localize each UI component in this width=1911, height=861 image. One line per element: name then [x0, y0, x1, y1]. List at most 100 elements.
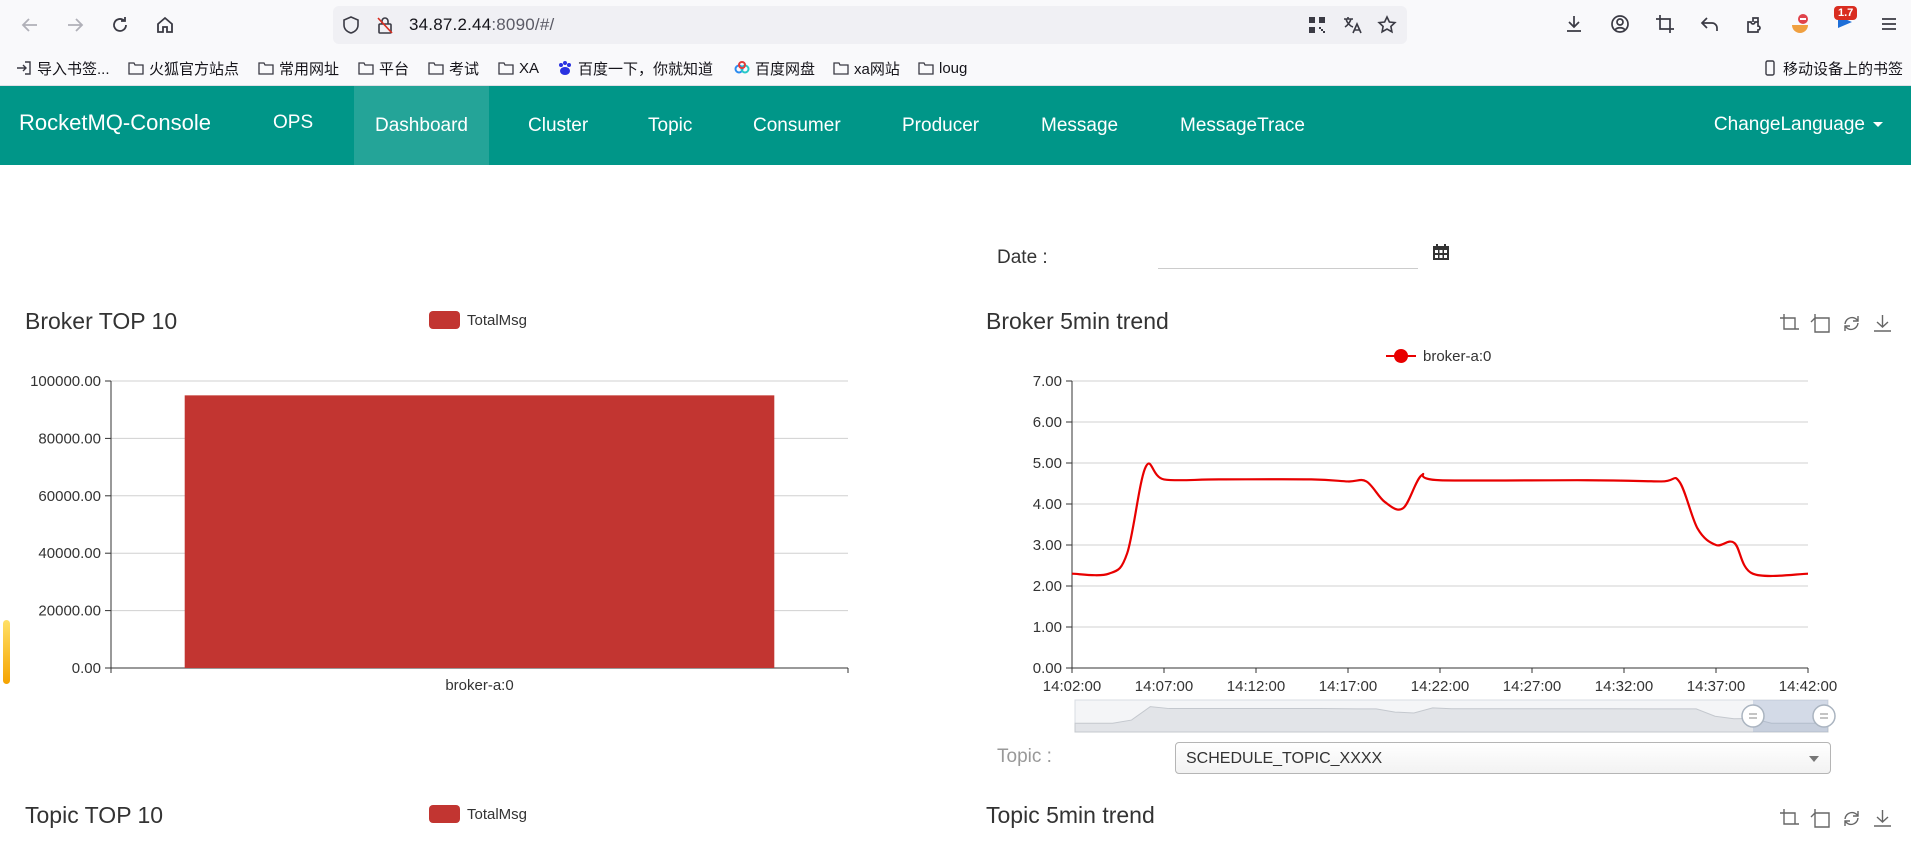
x-tick-label: 14:12:00	[1227, 678, 1285, 695]
broker-trend-toolbox	[1779, 313, 1893, 334]
save-image-icon[interactable]	[1872, 313, 1893, 334]
bookmarks-bar: 导入书签... 火狐官方站点 常用网址 平台 考试 XA 百度一下，你就知道 百…	[0, 50, 1911, 86]
back-button[interactable]	[17, 12, 43, 38]
baidu-icon	[559, 61, 571, 75]
bowl-extension-icon[interactable]	[1789, 13, 1811, 35]
bookmark-folder[interactable]: 常用网址	[258, 58, 339, 78]
refresh-icon[interactable]	[1841, 313, 1862, 334]
home-button[interactable]	[152, 12, 178, 38]
bookmark-folder[interactable]: loug	[918, 58, 967, 78]
topic-select[interactable]: SCHEDULE_TOPIC_XXXX	[1175, 742, 1831, 774]
refresh-icon[interactable]	[1841, 808, 1862, 829]
y-tick-label: 80000.00	[38, 430, 101, 447]
mobile-device-icon	[1765, 60, 1775, 76]
broker-top-chart: 0.00 20000.00 40000.00 60000.00 80000.00 1000…	[30, 373, 849, 694]
legend-swatch	[429, 805, 460, 823]
y-tick-label: 2.00	[1033, 578, 1062, 595]
date-label: Date :	[997, 247, 1048, 268]
bookmark-folder[interactable]: 火狐官方站点	[128, 58, 239, 78]
x-tick-label: 14:07:00	[1135, 678, 1193, 695]
y-tick-label: 20000.00	[38, 603, 101, 620]
bookmark-baidu[interactable]: 百度一下，你就知道	[557, 58, 713, 78]
zoom-select-icon[interactable]	[1779, 313, 1800, 334]
select-arrow-icon	[1809, 756, 1819, 762]
brand-logo[interactable]: RocketMQ-Console	[19, 110, 211, 136]
bookmark-import[interactable]: 导入书签...	[16, 58, 110, 78]
arrow-left-icon	[21, 18, 37, 32]
y-tick-label: 7.00	[1033, 373, 1062, 390]
x-tick-label: 14:02:00	[1043, 678, 1101, 695]
datazoom-handle	[1741, 704, 1765, 728]
scroll-indicator	[3, 620, 10, 684]
account-icon[interactable]	[1609, 13, 1631, 35]
app-navbar: RocketMQ-Console OPS Dashboard Cluster T…	[0, 86, 1911, 165]
y-tick-label: 3.00	[1033, 537, 1062, 554]
topic-top-title: Topic TOP 10	[25, 802, 164, 828]
y-tick-label: 0.00	[72, 660, 101, 677]
zoom-reset-icon[interactable]	[1810, 808, 1831, 829]
nav-ops[interactable]: OPS	[255, 83, 331, 162]
shield-icon	[343, 16, 359, 34]
arrow-right-icon	[68, 18, 84, 32]
reload-icon	[113, 17, 127, 32]
address-bar[interactable]: 34.87.2.44:8090/#/	[333, 6, 1407, 44]
bookmark-baidu-pan[interactable]: 百度网盘	[734, 58, 815, 78]
forward-button[interactable]	[62, 12, 88, 38]
broker-top-title: Broker TOP 10	[25, 308, 178, 334]
crop-icon[interactable]	[1654, 13, 1676, 35]
x-tick-label: broker-a:0	[445, 677, 513, 694]
folder-icon	[128, 62, 144, 75]
extension-badge: 1.7	[1834, 6, 1858, 20]
broker-trend-chart: 0.00 1.00 2.00 3.00 4.00 5.00 6.00 7.00 14:02:00…	[1033, 373, 1837, 733]
folder-icon	[833, 62, 849, 75]
broker-top-legend[interactable]: TotalMsg	[429, 311, 527, 329]
star-icon	[1377, 15, 1397, 34]
date-input[interactable]	[1158, 268, 1418, 269]
nav-producer[interactable]: Producer	[884, 86, 997, 165]
x-tick-label: 14:17:00	[1319, 678, 1377, 695]
undo-icon[interactable]	[1699, 13, 1721, 35]
nav-topic[interactable]: Topic	[630, 86, 710, 165]
x-tick-label: 14:22:00	[1411, 678, 1469, 695]
x-tick-label: 14:27:00	[1503, 678, 1561, 695]
mobile-bookmarks[interactable]: 移动设备上的书签	[1762, 58, 1903, 78]
legend-swatch	[429, 311, 460, 329]
home-icon	[157, 16, 173, 33]
zoom-select-icon[interactable]	[1779, 808, 1800, 829]
browser-toolbar: 34.87.2.44:8090/#/ 1.7	[0, 0, 1911, 50]
series-line	[1071, 462, 1809, 578]
reload-button[interactable]	[107, 12, 133, 38]
folder-icon	[258, 62, 274, 75]
datazoom-handle	[1812, 704, 1836, 728]
folder-icon	[918, 62, 934, 75]
bookmark-folder[interactable]: XA	[498, 58, 539, 78]
url-text: 34.87.2.44:8090/#/	[409, 15, 555, 34]
folder-icon	[358, 62, 374, 75]
nav-message[interactable]: Message	[1023, 86, 1136, 165]
nav-cluster[interactable]: Cluster	[510, 86, 606, 165]
topic-top-legend[interactable]: TotalMsg	[429, 805, 527, 823]
save-image-icon[interactable]	[1872, 808, 1893, 829]
menu-icon[interactable]	[1878, 13, 1900, 35]
folder-icon	[428, 62, 444, 75]
zoom-reset-icon[interactable]	[1810, 313, 1831, 334]
download-icon[interactable]	[1563, 13, 1585, 35]
bookmark-folder[interactable]: 考试	[428, 58, 479, 78]
y-tick-label: 100000.00	[30, 373, 101, 390]
nav-consumer[interactable]: Consumer	[735, 86, 859, 165]
extensions-icon[interactable]	[1744, 13, 1766, 35]
nav-message-trace[interactable]: MessageTrace	[1162, 86, 1323, 165]
bookmark-folder[interactable]: xa网站	[833, 58, 900, 78]
bookmark-folder[interactable]: 平台	[358, 58, 409, 78]
topic-trend-toolbox	[1779, 808, 1893, 829]
change-language-dropdown[interactable]: ChangeLanguage	[1714, 86, 1883, 165]
nav-dashboard[interactable]: Dashboard	[354, 86, 489, 165]
topic-label: Topic :	[997, 746, 1052, 767]
qr-code-icon	[1309, 17, 1325, 33]
caret-down-icon	[1873, 122, 1883, 128]
translate-icon	[1344, 17, 1362, 34]
calendar-icon[interactable]	[1432, 243, 1450, 261]
y-tick-label: 5.00	[1033, 455, 1062, 472]
topic-trend-title: Topic 5min trend	[986, 802, 1155, 828]
folder-icon	[498, 62, 514, 75]
